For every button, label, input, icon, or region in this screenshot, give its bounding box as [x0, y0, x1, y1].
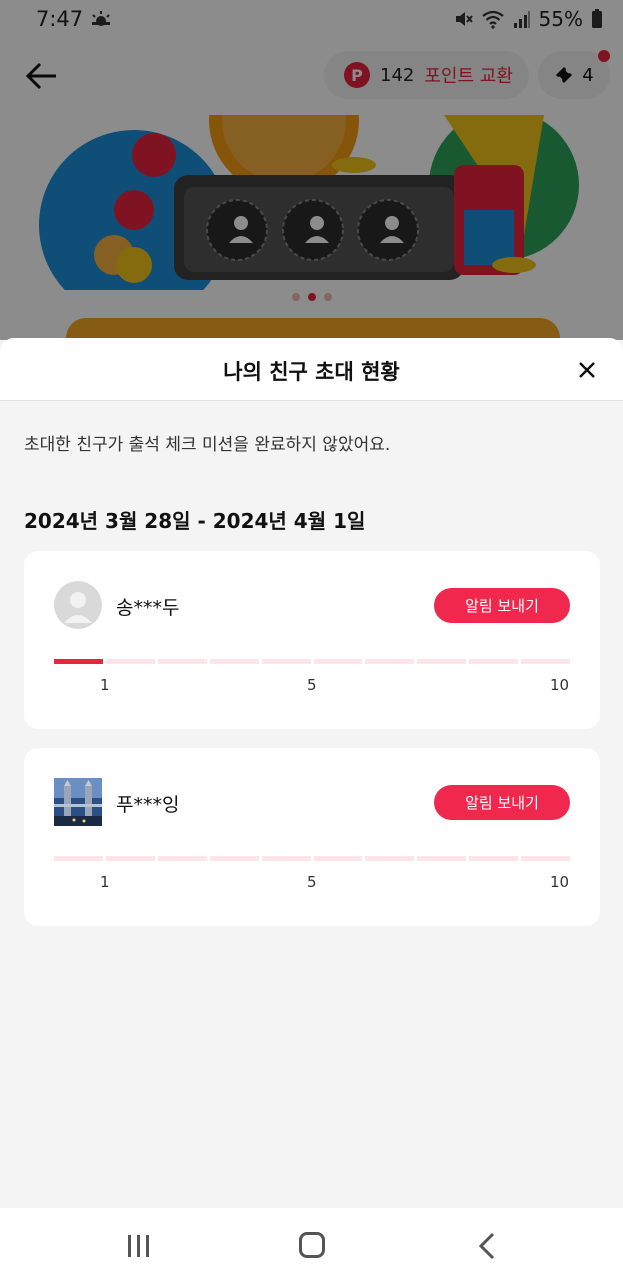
date-range: 2024년 3월 28일 - 2024년 4월 1일: [24, 509, 366, 533]
progress-segment-empty: [157, 856, 207, 861]
progress-segment-empty: [157, 659, 207, 664]
profile-photo: [54, 778, 102, 826]
back-icon[interactable]: [478, 1232, 496, 1260]
progress-tick-label: 1: [100, 873, 110, 891]
close-icon[interactable]: [577, 360, 597, 380]
default-avatar-icon: [54, 581, 102, 629]
send-notification-button[interactable]: 알림 보내기: [434, 785, 570, 820]
progress-segment-filled: [54, 659, 103, 664]
progress-segment-empty: [105, 659, 155, 664]
progress-segment-empty: [521, 659, 571, 664]
mission-notice: 초대한 친구가 출석 체크 미션을 완료하지 않았어요.: [24, 435, 391, 455]
progress-segment-empty: [521, 856, 571, 861]
friend-card: 푸***잉 알림 보내기 1 5 10: [24, 748, 600, 926]
modal-overlay[interactable]: [0, 0, 623, 340]
progress-segment-empty: [417, 659, 467, 664]
progress-tick-label: 1: [100, 676, 110, 694]
progress-segment-empty: [365, 856, 415, 861]
progress-segment-empty: [54, 856, 103, 861]
progress-segment-empty: [261, 856, 311, 861]
friend-name: 송***두: [116, 597, 180, 619]
recent-apps-icon[interactable]: [126, 1234, 152, 1258]
progress-segment-empty: [313, 659, 363, 664]
friend-name: 푸***잉: [116, 794, 180, 816]
progress-segment-empty: [469, 659, 519, 664]
attendance-progress-bar: [54, 659, 571, 665]
progress-segment-empty: [105, 856, 155, 861]
progress-segment-empty: [209, 659, 259, 664]
friend-card: 송***두 알림 보내기 1 5 10: [24, 551, 600, 729]
progress-segment-empty: [365, 659, 415, 664]
progress-tick-label: 10: [550, 676, 570, 694]
send-notification-button[interactable]: 알림 보내기: [434, 588, 570, 623]
invite-status-sheet: 나의 친구 초대 현황 초대한 친구가 출석 체크 미션을 완료하지 않았어요.…: [0, 338, 623, 1208]
progress-tick-label: 5: [307, 676, 317, 694]
sheet-header: 나의 친구 초대 현황: [0, 338, 623, 401]
progress-segment-empty: [261, 659, 311, 664]
progress-tick-label: 10: [550, 873, 570, 891]
system-navigation-bar: [0, 1208, 623, 1280]
sheet-title: 나의 친구 초대 현황: [223, 360, 400, 384]
progress-tick-label: 5: [307, 873, 317, 891]
background-page: 7:47 55% P 142 포인트 교환 4: [0, 0, 623, 340]
attendance-progress-bar: [54, 856, 571, 862]
progress-segment-empty: [209, 856, 259, 861]
progress-segment-empty: [417, 856, 467, 861]
progress-segment-empty: [313, 856, 363, 861]
home-icon[interactable]: [299, 1232, 325, 1258]
progress-segment-empty: [469, 856, 519, 861]
